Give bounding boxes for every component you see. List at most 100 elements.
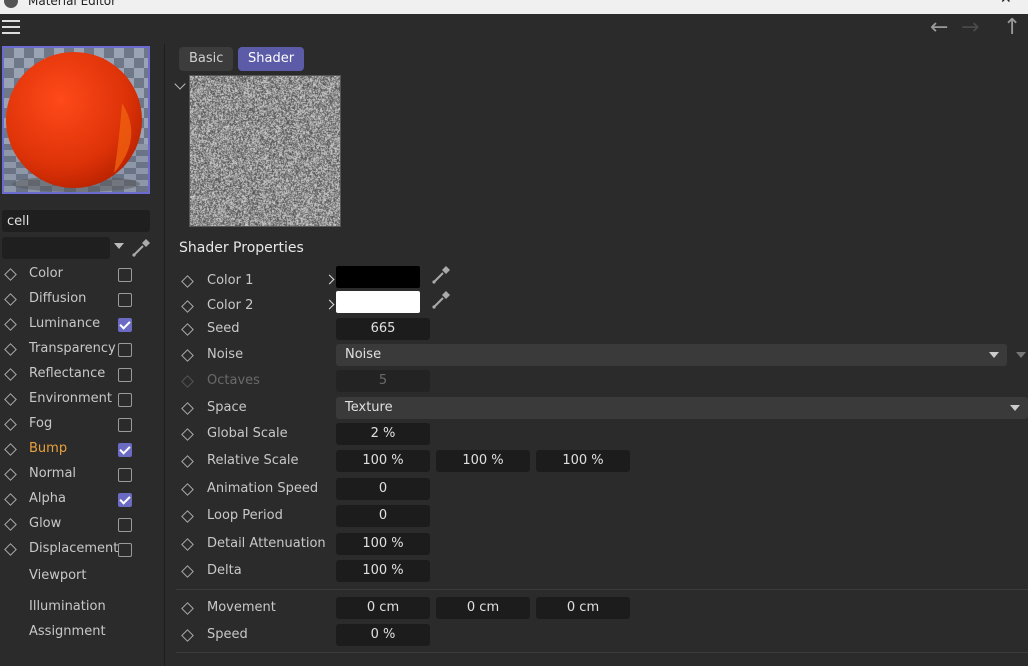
tab-basic[interactable]: Basic bbox=[179, 47, 234, 71]
section-divider bbox=[176, 652, 1028, 653]
property-label: Color 2 bbox=[207, 298, 254, 313]
keyframe-diamond-icon[interactable] bbox=[4, 468, 17, 481]
movement-x-field[interactable]: 0 cm bbox=[336, 597, 430, 619]
keyframe-diamond-icon[interactable] bbox=[4, 368, 17, 381]
chevron-right-icon[interactable] bbox=[324, 274, 335, 285]
keyframe-diamond-icon[interactable] bbox=[4, 543, 17, 556]
toolbar: ← → ↑ bbox=[0, 14, 1028, 44]
detail-attenuation-field[interactable]: 100 % bbox=[336, 533, 430, 555]
shader-preview-thumbnail[interactable] bbox=[189, 75, 341, 227]
keyframe-diamond-icon[interactable] bbox=[181, 629, 194, 642]
relative-scale-y-field[interactable]: 100 % bbox=[436, 450, 530, 472]
eyedropper-icon[interactable] bbox=[130, 237, 152, 259]
channel-label: Color bbox=[29, 266, 63, 281]
chevron-down-icon[interactable] bbox=[114, 243, 124, 249]
forward-arrow-icon[interactable]: → bbox=[961, 16, 979, 40]
loop-period-field[interactable]: 0 bbox=[336, 505, 430, 527]
up-arrow-icon[interactable]: ↑ bbox=[1003, 16, 1021, 40]
seed-field[interactable]: 665 bbox=[336, 318, 430, 340]
color1-swatch[interactable] bbox=[336, 266, 420, 288]
keyframe-diamond-icon[interactable] bbox=[4, 318, 17, 331]
property-label: Animation Speed bbox=[207, 481, 319, 496]
eyedropper-icon[interactable] bbox=[430, 289, 452, 311]
chevron-right-icon[interactable] bbox=[324, 299, 335, 310]
sidebar-item-normal[interactable]: Normal bbox=[0, 463, 164, 488]
channel-checkbox[interactable] bbox=[118, 318, 132, 332]
sidebar-item-reflectance[interactable]: Reflectance bbox=[0, 363, 164, 388]
hamburger-menu-icon[interactable] bbox=[2, 20, 20, 36]
material-preview[interactable] bbox=[2, 46, 150, 194]
movement-z-field[interactable]: 0 cm bbox=[536, 597, 630, 619]
noise-type-dropdown[interactable]: Noise bbox=[336, 344, 1007, 366]
relative-scale-x-field[interactable]: 100 % bbox=[336, 450, 430, 472]
dropdown-value: Texture bbox=[345, 400, 393, 415]
channel-checkbox[interactable] bbox=[118, 418, 132, 432]
sidebar-item-viewport[interactable]: Viewport bbox=[29, 568, 87, 583]
channel-checkbox[interactable] bbox=[118, 543, 132, 557]
back-arrow-icon[interactable]: ← bbox=[930, 16, 948, 40]
color2-swatch[interactable] bbox=[336, 291, 420, 313]
channel-checkbox[interactable] bbox=[118, 368, 132, 382]
keyframe-diamond-icon[interactable] bbox=[181, 349, 194, 362]
keyframe-diamond-icon[interactable] bbox=[181, 428, 194, 441]
channel-checkbox[interactable] bbox=[118, 493, 132, 507]
keyframe-diamond-icon[interactable] bbox=[4, 268, 17, 281]
channel-checkbox[interactable] bbox=[118, 518, 132, 532]
keyframe-diamond-icon[interactable] bbox=[181, 275, 194, 288]
close-icon[interactable]: ✕ bbox=[1000, 0, 1012, 7]
keyframe-diamond-icon[interactable] bbox=[181, 565, 194, 578]
keyframe-diamond-icon[interactable] bbox=[4, 418, 17, 431]
delta-field[interactable]: 100 % bbox=[336, 560, 430, 582]
animation-speed-field[interactable]: 0 bbox=[336, 478, 430, 500]
property-row-loop-period: Loop Period 0 bbox=[176, 505, 1028, 529]
channel-checkbox[interactable] bbox=[118, 443, 132, 457]
sidebar-item-color[interactable]: Color bbox=[0, 263, 164, 288]
keyframe-diamond-icon[interactable] bbox=[4, 393, 17, 406]
sidebar-item-assignment[interactable]: Assignment bbox=[29, 624, 106, 639]
property-label: Space bbox=[207, 400, 247, 415]
sidebar-item-fog[interactable]: Fog bbox=[0, 413, 164, 438]
keyframe-diamond-icon[interactable] bbox=[181, 483, 194, 496]
keyframe-diamond-icon[interactable] bbox=[181, 300, 194, 313]
channel-checkbox[interactable] bbox=[118, 468, 132, 482]
channel-checkbox[interactable] bbox=[118, 343, 132, 357]
keyframe-diamond-icon[interactable] bbox=[181, 323, 194, 336]
keyframe-diamond-icon[interactable] bbox=[4, 443, 17, 456]
relative-scale-z-field[interactable]: 100 % bbox=[536, 450, 630, 472]
keyframe-diamond-icon[interactable] bbox=[4, 518, 17, 531]
keyframe-diamond-icon[interactable] bbox=[181, 538, 194, 551]
property-label: Octaves bbox=[207, 373, 260, 388]
channel-checkbox[interactable] bbox=[118, 393, 132, 407]
space-dropdown[interactable]: Texture bbox=[336, 397, 1028, 419]
channel-checkbox[interactable] bbox=[118, 293, 132, 307]
tab-shader[interactable]: Shader bbox=[238, 47, 305, 71]
sidebar-item-bump[interactable]: Bump bbox=[0, 438, 164, 463]
sidebar-item-transparency[interactable]: Transparency bbox=[0, 338, 164, 363]
keyframe-diamond-icon[interactable] bbox=[181, 510, 194, 523]
chevron-down-icon[interactable] bbox=[174, 78, 186, 90]
material-name-input[interactable] bbox=[2, 210, 150, 232]
speed-field[interactable]: 0 % bbox=[336, 624, 430, 646]
property-label: Color 1 bbox=[207, 273, 254, 288]
keyframe-diamond-icon[interactable] bbox=[181, 455, 194, 468]
sidebar-item-displacement[interactable]: Displacement bbox=[0, 538, 164, 563]
keyframe-diamond-icon[interactable] bbox=[4, 343, 17, 356]
property-row-color2: Color 2 bbox=[176, 291, 1028, 319]
section-divider bbox=[176, 589, 1028, 590]
sidebar-item-alpha[interactable]: Alpha bbox=[0, 488, 164, 513]
channel-checkbox[interactable] bbox=[118, 268, 132, 282]
keyframe-diamond-icon[interactable] bbox=[181, 602, 194, 615]
keyframe-diamond-icon[interactable] bbox=[181, 402, 194, 415]
sidebar-item-diffusion[interactable]: Diffusion bbox=[0, 288, 164, 313]
sidebar-item-environment[interactable]: Environment bbox=[0, 388, 164, 413]
keyframe-diamond-icon[interactable] bbox=[4, 293, 17, 306]
material-preset-dropdown[interactable] bbox=[2, 237, 110, 259]
eyedropper-icon[interactable] bbox=[430, 264, 452, 286]
sidebar-item-glow[interactable]: Glow bbox=[0, 513, 164, 538]
keyframe-diamond-icon[interactable] bbox=[4, 493, 17, 506]
sidebar-item-luminance[interactable]: Luminance bbox=[0, 313, 164, 338]
movement-y-field[interactable]: 0 cm bbox=[436, 597, 530, 619]
sidebar-item-illumination[interactable]: Illumination bbox=[29, 599, 106, 614]
chevron-down-icon[interactable] bbox=[1016, 352, 1026, 358]
global-scale-field[interactable]: 2 % bbox=[336, 423, 430, 445]
